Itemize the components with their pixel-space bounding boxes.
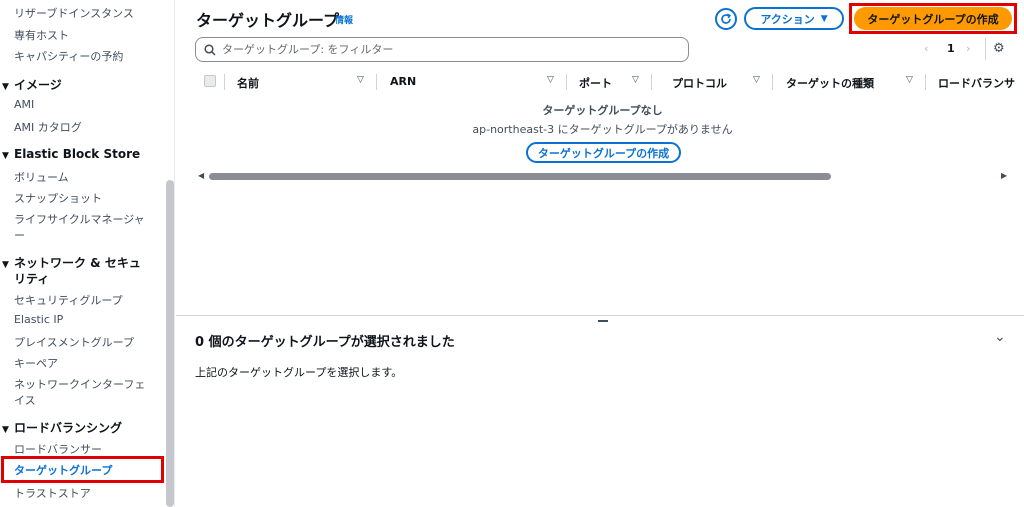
sort-icon[interactable]: ▽	[357, 75, 364, 85]
page-title: ターゲットグループ	[196, 11, 340, 30]
sidebar-item-dedicated-hosts[interactable]: 専有ホスト	[14, 27, 69, 43]
settings-gear-icon[interactable]: ⚙	[993, 41, 1005, 56]
table-header: 名前 ▽ ARN ▽ ポート ▽ プロトコル ▽ ターゲットの種類 ▽ ロードバ…	[195, 70, 1024, 94]
sidebar-item-network-interfaces-cont[interactable]: イス	[14, 392, 36, 408]
sort-icon[interactable]: ▽	[906, 75, 913, 85]
create-target-group-button[interactable]: ターゲットグループの作成	[854, 7, 1012, 30]
sidebar-item-elastic-ip[interactable]: Elastic IP	[14, 313, 63, 326]
caret-down-icon: ▼	[2, 151, 9, 161]
scroll-left-icon[interactable]: ◀	[198, 171, 204, 180]
pager-divider	[985, 38, 986, 60]
column-header-target-type[interactable]: ターゲットの種類	[786, 75, 874, 91]
sidebar-item-placement-groups[interactable]: プレイスメントグループ	[14, 334, 134, 350]
sidebar-section-images[interactable]: ▼ イメージ	[2, 76, 62, 93]
column-header-arn[interactable]: ARN	[390, 75, 416, 88]
pagination-page-number[interactable]: 1	[947, 42, 955, 55]
refresh-button[interactable]	[715, 8, 737, 30]
split-panel-description: 上記のターゲットグループを選択します。	[195, 366, 403, 379]
split-panel-drag-handle[interactable]	[598, 320, 608, 322]
sidebar-section-load-balancing[interactable]: ▼ ロードバランシング	[2, 419, 122, 436]
sidebar-item-network-interfaces[interactable]: ネットワークインターフェ	[14, 376, 145, 392]
sort-icon[interactable]: ▽	[632, 75, 639, 85]
pagination-prev-button[interactable]: ‹	[924, 42, 928, 55]
sidebar-item-lifecycle-manager[interactable]: ライフサイクルマネージャ	[14, 211, 145, 227]
actions-button[interactable]: アクション ▼	[744, 7, 844, 30]
caret-down-icon: ▼	[820, 13, 828, 24]
column-header-port[interactable]: ポート	[579, 75, 612, 91]
empty-state-title: ターゲットグループなし	[542, 104, 663, 117]
chevron-down-icon[interactable]: ⌄	[994, 329, 1006, 345]
split-panel-title: 0 個のターゲットグループが選択されました	[195, 335, 455, 350]
select-all-checkbox[interactable]	[204, 75, 216, 87]
sidebar-item-capacity-reservations[interactable]: キャパシティーの予約	[14, 48, 123, 64]
column-separator	[772, 74, 773, 90]
empty-state-subtitle: ap-northeast-3 にターゲットグループがありません	[472, 123, 733, 136]
caret-down-icon: ▼	[2, 425, 9, 435]
sidebar-item-security-groups[interactable]: セキュリティグループ	[14, 292, 123, 308]
sort-icon[interactable]: ▽	[547, 75, 554, 85]
filter-input[interactable]	[222, 43, 662, 56]
scroll-right-icon[interactable]: ▶	[1001, 171, 1007, 180]
sidebar-section-network-security-cont: リティ	[14, 272, 50, 286]
sidebar-section-network-security[interactable]: ▼ ネットワーク & セキュ	[2, 254, 141, 271]
column-separator	[566, 74, 567, 90]
search-icon	[204, 43, 216, 56]
column-separator	[376, 74, 377, 90]
sidebar-item-reserved-instances[interactable]: リザーブドインスタンス	[14, 5, 134, 21]
sidebar-scrollbar[interactable]	[166, 180, 174, 507]
sidebar-item-volumes[interactable]: ボリューム	[14, 169, 69, 185]
column-header-load-balancer[interactable]: ロードバランサ	[938, 75, 1015, 91]
column-separator	[224, 74, 225, 90]
refresh-icon	[721, 13, 731, 24]
highlight-box-sidebar	[1, 456, 164, 483]
empty-create-target-group-button[interactable]: ターゲットグループの作成	[526, 142, 681, 163]
info-link[interactable]: 情報	[335, 13, 353, 26]
filter-search[interactable]	[195, 37, 689, 62]
sidebar-item-load-balancers[interactable]: ロードバランサー	[14, 441, 102, 457]
horizontal-scrollbar[interactable]	[209, 173, 831, 180]
split-panel: 0 個のターゲットグループが選択されました ⌄ 上記のターゲットグループを選択し…	[176, 315, 1024, 507]
sidebar-item-trust-stores[interactable]: トラストストア	[14, 485, 91, 501]
column-separator	[651, 74, 652, 90]
sidebar-item-lifecycle-manager-cont[interactable]: ー	[14, 227, 25, 243]
sidebar-item-snapshots[interactable]: スナップショット	[14, 190, 102, 206]
sidebar-item-key-pairs[interactable]: キーペア	[14, 355, 58, 371]
sidebar-section-ebs[interactable]: ▼ Elastic Block Store	[2, 147, 140, 161]
sort-icon[interactable]: ▽	[753, 75, 760, 85]
caret-down-icon: ▼	[2, 260, 9, 270]
column-separator	[925, 74, 926, 90]
column-header-name[interactable]: 名前	[237, 75, 259, 91]
pagination-next-button[interactable]: ›	[966, 42, 970, 55]
caret-down-icon: ▼	[2, 82, 9, 92]
column-header-protocol[interactable]: プロトコル	[672, 75, 727, 91]
sidebar: リザーブドインスタンス 専有ホスト キャパシティーの予約 ▼ イメージ AMI A…	[0, 0, 175, 507]
